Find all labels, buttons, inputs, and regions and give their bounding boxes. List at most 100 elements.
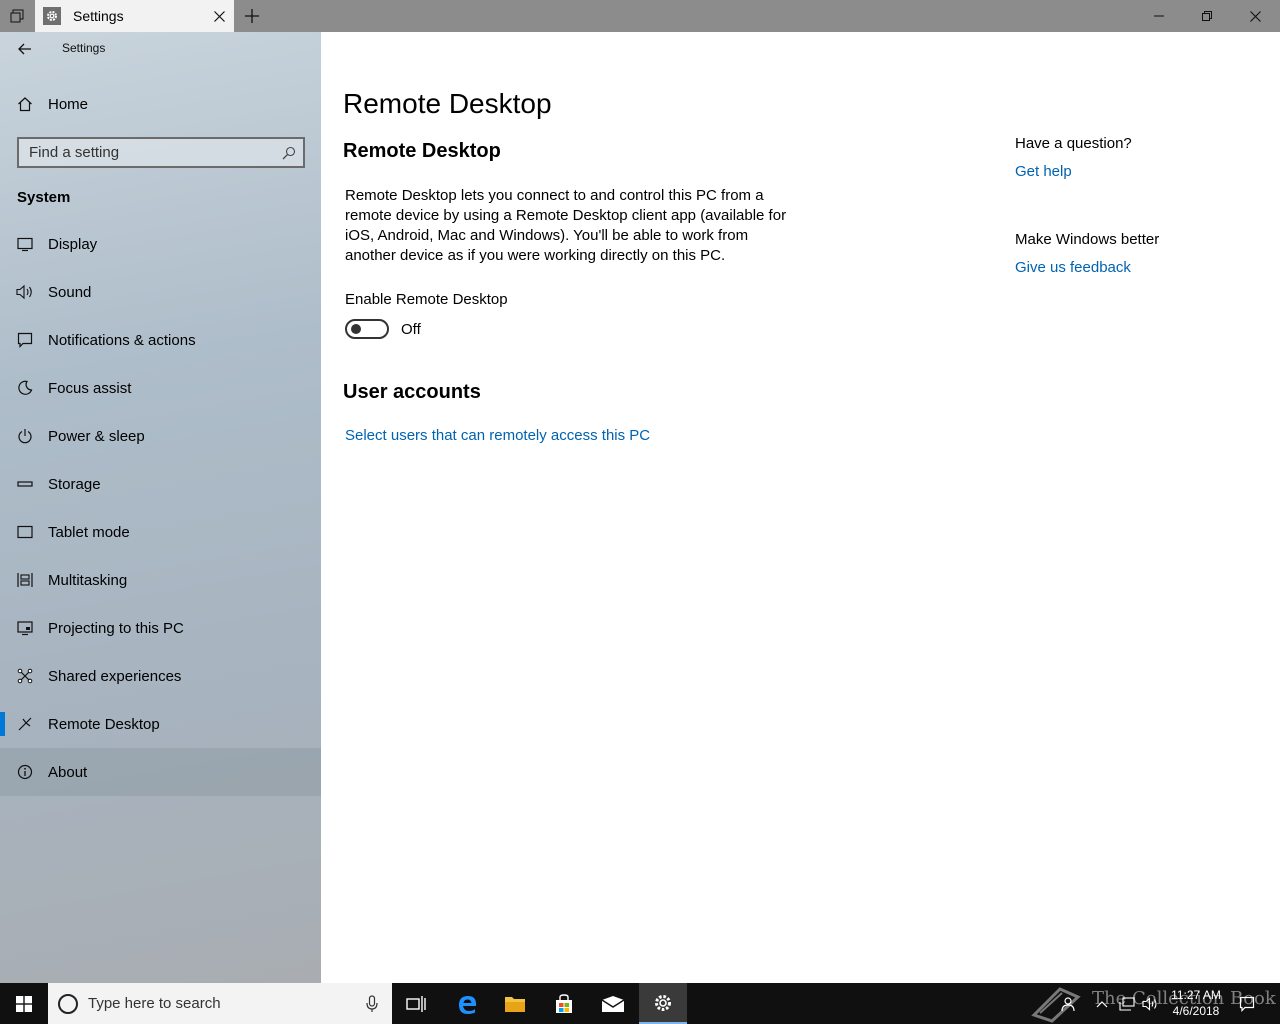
search-icon (282, 146, 296, 159)
search-button[interactable] (275, 139, 303, 166)
sidebar-header: Settings (0, 32, 321, 66)
sidebar-item-label: Sound (48, 283, 92, 301)
find-setting-search-box[interactable] (17, 137, 305, 168)
mail-icon (601, 995, 625, 1012)
tab-title: Settings (73, 8, 124, 24)
file-explorer-button[interactable] (491, 983, 539, 1024)
sidebar-item-label: Home (48, 95, 89, 113)
task-view-button[interactable] (392, 983, 440, 1024)
sidebar-item-storage[interactable]: Storage (0, 460, 321, 508)
back-button[interactable] (10, 36, 40, 62)
action-center-icon (1239, 996, 1255, 1012)
projecting-icon (0, 610, 48, 646)
close-icon (1249, 10, 1261, 22)
sidebar-item-home[interactable]: Home (0, 86, 321, 122)
help-question-heading: Have a question? (1015, 135, 1132, 152)
new-tab-button[interactable] (236, 0, 268, 32)
page-title: Remote Desktop (343, 88, 552, 119)
microphone-button[interactable] (352, 983, 392, 1024)
sidebar-item-sound[interactable]: Sound (0, 268, 321, 316)
enable-remote-desktop-toggle[interactable] (345, 319, 389, 339)
taskbar-search-placeholder: Type here to search (88, 995, 221, 1012)
get-help-link[interactable]: Get help (1015, 163, 1072, 180)
chevron-up-icon (1096, 1000, 1108, 1007)
sidebar-item-about[interactable]: About (0, 748, 321, 796)
tab-settings[interactable]: Settings (35, 0, 234, 32)
clock-time: 11:27 AM (1171, 988, 1221, 1002)
notifications-icon (0, 322, 48, 358)
restore-button[interactable] (1184, 0, 1230, 32)
section-label-system: System (17, 189, 71, 206)
remote-desktop-description: Remote Desktop lets you connect to and c… (345, 187, 787, 264)
people-button[interactable] (1056, 983, 1080, 1024)
info-icon (0, 754, 48, 790)
sidebar-item-label: Focus assist (48, 379, 132, 397)
edge-button[interactable] (443, 983, 491, 1024)
start-button[interactable] (0, 983, 48, 1024)
sidebar-item-multitasking[interactable]: Multitasking (0, 556, 321, 604)
close-window-button[interactable] (1232, 0, 1278, 32)
sidebar-item-label: Multitasking (48, 571, 128, 589)
restore-icon (1202, 11, 1212, 21)
sound-icon (0, 274, 48, 310)
sidebar-item-remote-desktop[interactable]: Remote Desktop (0, 700, 321, 748)
sidebar-item-label: Notifications & actions (48, 331, 196, 349)
tablet-mode-icon (0, 514, 48, 550)
sidebar-item-label: Projecting to this PC (48, 619, 184, 637)
give-feedback-link[interactable]: Give us feedback (1015, 259, 1131, 276)
taskbar: Type here to search The Collection Book … (0, 983, 1280, 1024)
title-bar: Settings (0, 0, 1280, 32)
sidebar-item-label: Storage (48, 475, 101, 493)
sidebar-item-display[interactable]: Display (0, 220, 321, 268)
edge-icon (459, 995, 476, 1014)
taskbar-clock[interactable]: 11:27 AM 4/6/2018 (1162, 987, 1230, 1019)
make-windows-better-heading: Make Windows better (1015, 231, 1160, 248)
multitasking-icon (0, 562, 48, 598)
search-input[interactable] (19, 139, 275, 166)
cortana-icon (58, 993, 78, 1014)
storage-icon (0, 466, 48, 502)
settings-taskbar-button[interactable] (639, 983, 687, 1024)
mail-button[interactable] (589, 983, 637, 1024)
store-button[interactable] (540, 983, 588, 1024)
tab-overview-button[interactable] (0, 0, 34, 32)
folder-icon (505, 996, 525, 1012)
sidebar-item-label: About (48, 763, 88, 781)
clock-date: 4/6/2018 (1172, 1004, 1220, 1018)
focus-assist-icon (0, 370, 48, 406)
show-hidden-icons-button[interactable] (1092, 983, 1112, 1024)
back-arrow-icon (18, 43, 31, 55)
select-users-link[interactable]: Select users that can remotely access th… (345, 427, 650, 444)
sidebar-item-label: Tablet mode (48, 523, 130, 541)
toggle-state-text: Off (401, 321, 421, 338)
microphone-icon (366, 994, 378, 1012)
tab-close-button[interactable] (204, 0, 234, 32)
network-button[interactable] (1116, 983, 1138, 1024)
sidebar-item-label: Remote Desktop (48, 715, 160, 733)
section-title: Remote Desktop (343, 140, 501, 162)
sidebar-item-tablet-mode[interactable]: Tablet mode (0, 508, 321, 556)
sidebar-item-focus-assist[interactable]: Focus assist (0, 364, 321, 412)
action-center-button[interactable] (1234, 983, 1260, 1024)
sidebar-nav-list: Display Sound Notifications & actions Fo… (0, 220, 321, 796)
store-icon (556, 993, 572, 1013)
sidebar-item-power-sleep[interactable]: Power & sleep (0, 412, 321, 460)
gear-icon (655, 994, 671, 1011)
toggle-knob (351, 324, 361, 334)
volume-button[interactable] (1140, 983, 1162, 1024)
people-icon (1061, 996, 1075, 1011)
sidebar-item-notifications[interactable]: Notifications & actions (0, 316, 321, 364)
minimize-icon (1154, 15, 1164, 17)
enable-remote-desktop-label: Enable Remote Desktop (345, 291, 508, 308)
plus-icon (245, 9, 259, 23)
volume-icon (1142, 996, 1157, 1011)
home-icon (0, 86, 48, 122)
minimize-button[interactable] (1136, 0, 1182, 32)
user-accounts-title: User accounts (343, 381, 481, 403)
network-icon (1119, 996, 1135, 1011)
sidebar-item-label: Shared experiences (48, 667, 182, 685)
sidebar-item-projecting[interactable]: Projecting to this PC (0, 604, 321, 652)
sidebar-item-shared-experiences[interactable]: Shared experiences (0, 652, 321, 700)
taskbar-search-box[interactable]: Type here to search (48, 983, 392, 1024)
gear-icon (43, 7, 61, 25)
